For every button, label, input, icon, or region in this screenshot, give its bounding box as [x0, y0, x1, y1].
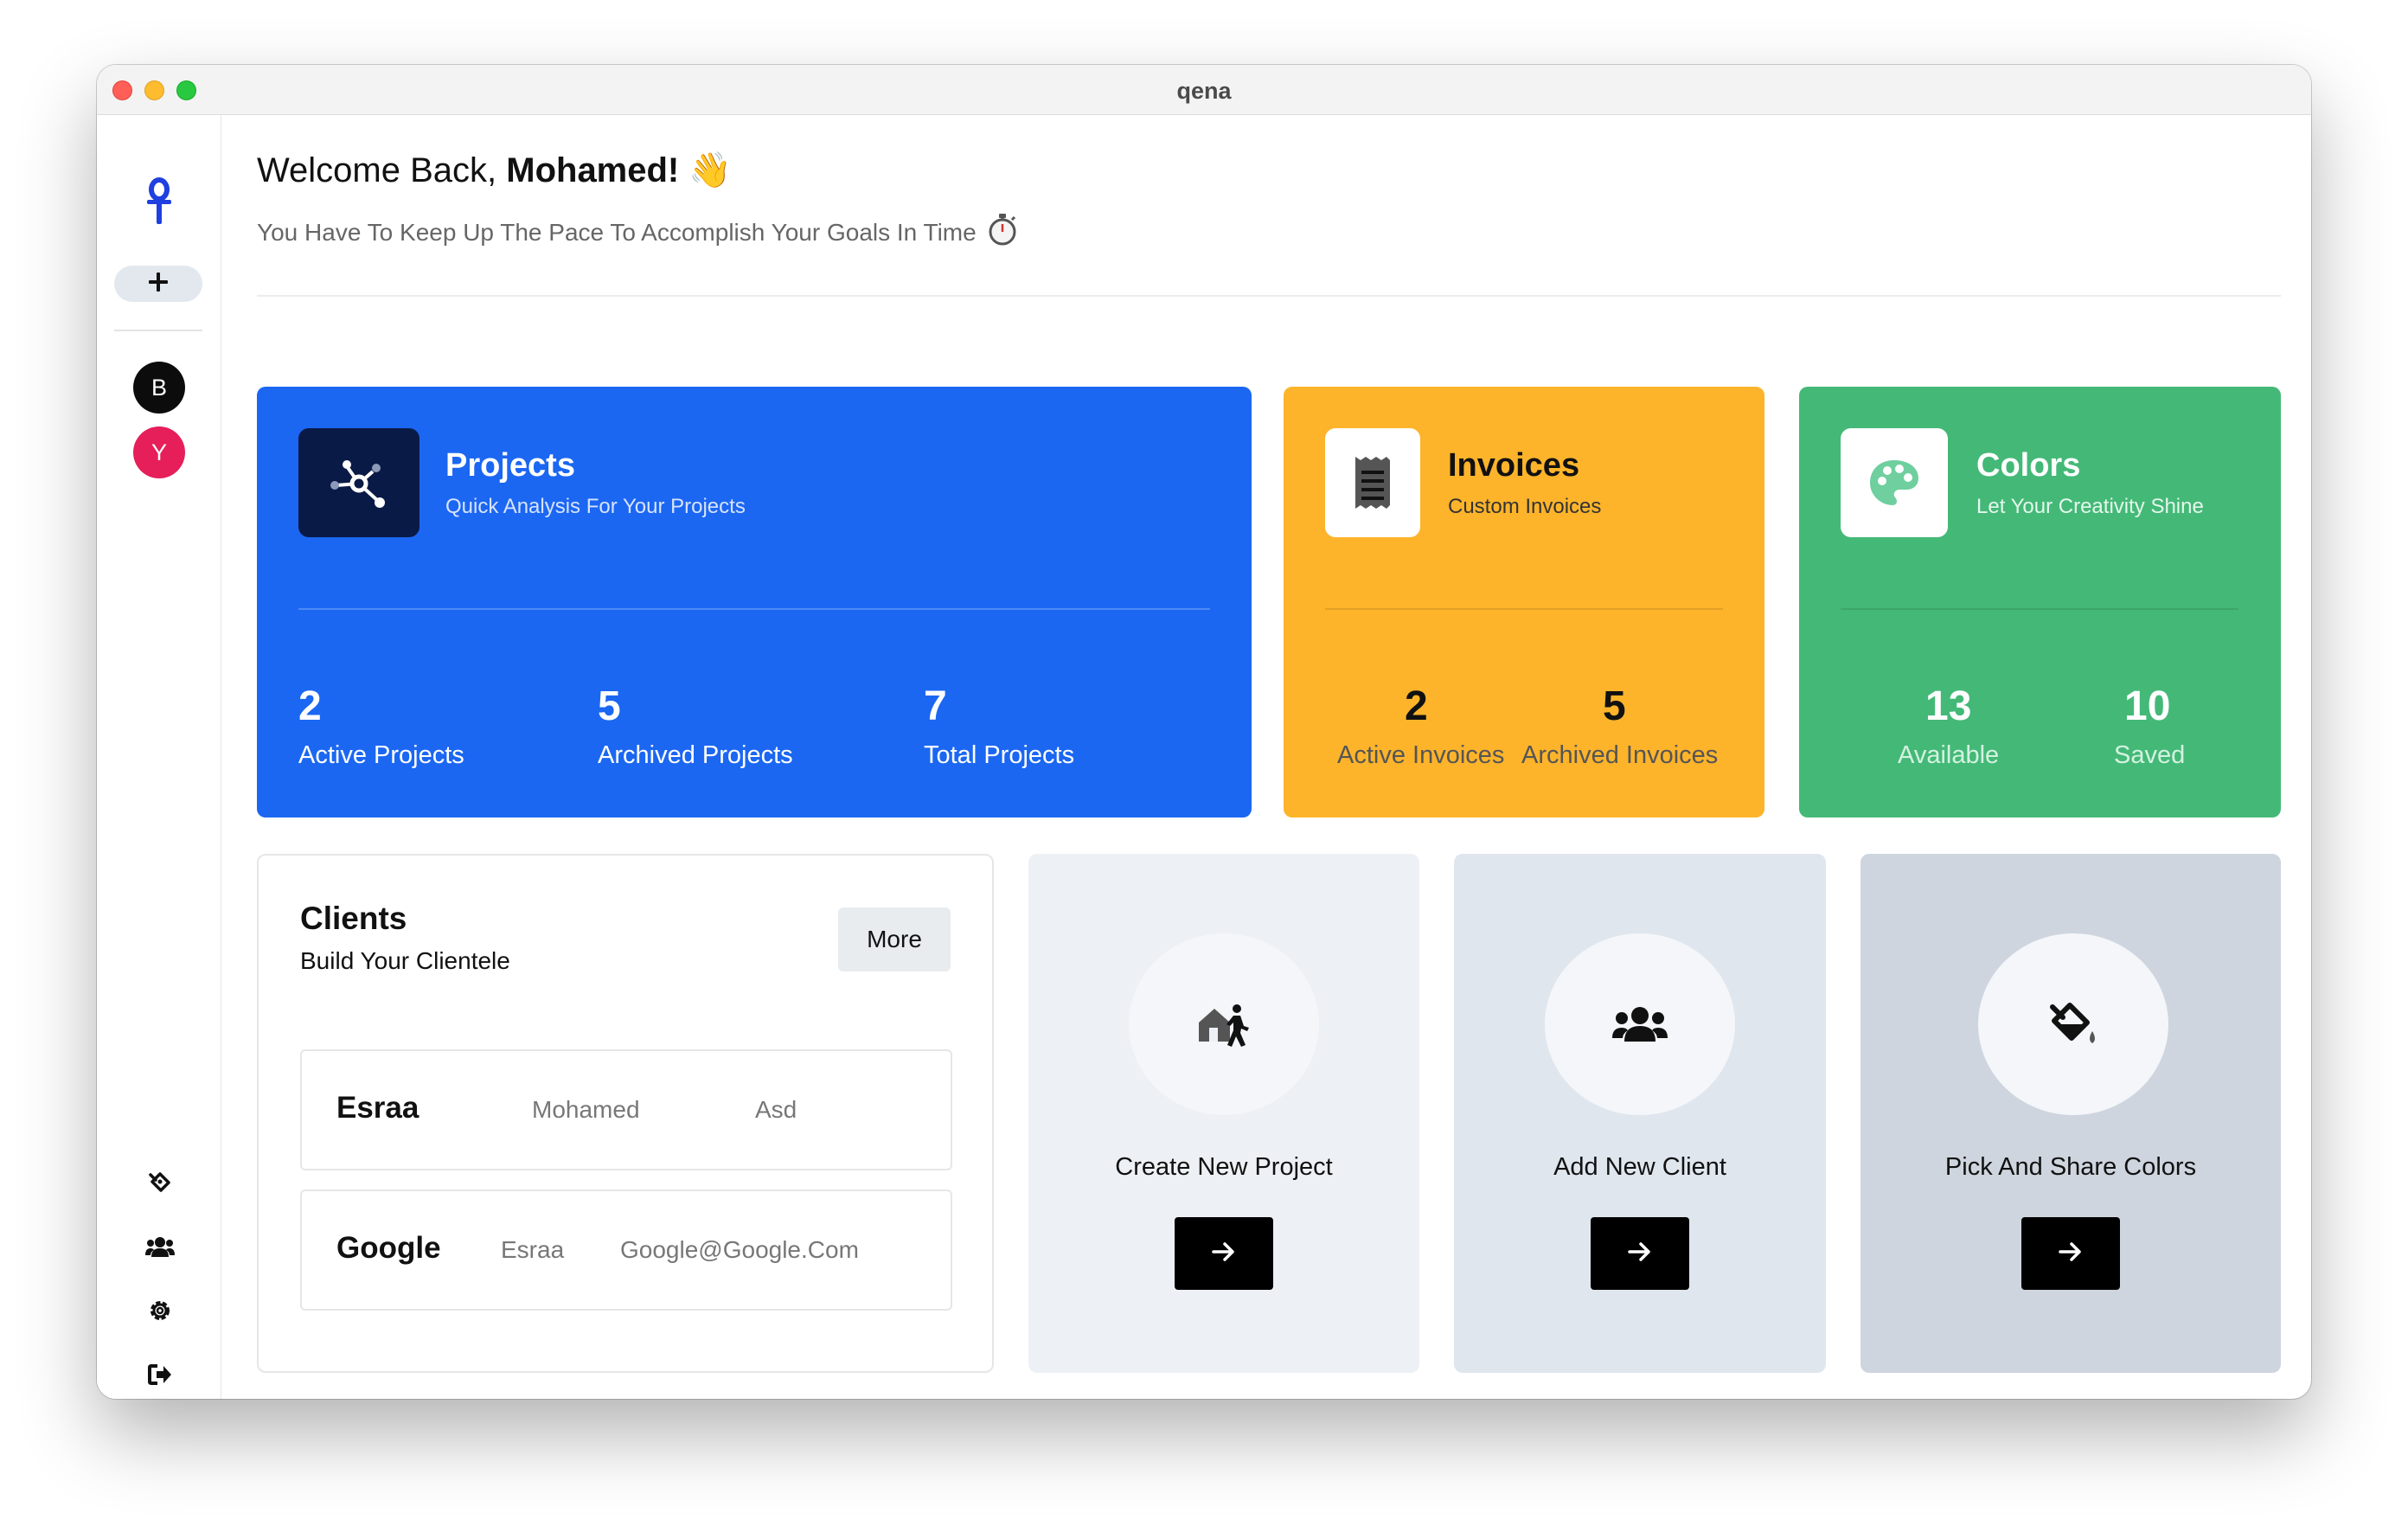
title-bar: qena — [97, 65, 2311, 115]
archived-projects-count: 5 — [598, 683, 621, 729]
window-title: qena — [1176, 78, 1232, 104]
arrow-right-icon — [1628, 1241, 1652, 1266]
saved-colors-count: 10 — [2124, 683, 2171, 729]
app-window: qena B Y Welcome Back, Mohamed! 👋 You Ha… — [97, 65, 2311, 1399]
projects-subtitle: Quick Analysis For Your Projects — [445, 495, 746, 518]
active-projects-count: 2 — [298, 683, 322, 729]
more-clients-button[interactable]: More — [838, 907, 951, 971]
active-invoices-label: Active Invoices — [1337, 741, 1505, 769]
arrow-right-icon — [1212, 1241, 1236, 1266]
total-projects-count: 7 — [924, 683, 947, 729]
waving-hand-emoji: 👋 — [688, 151, 733, 189]
invoices-card[interactable]: Invoices Custom Invoices 2 Active Invoic… — [1284, 387, 1764, 818]
colors-title: Colors — [1976, 447, 2081, 484]
client-row[interactable]: Google Esraa Google@Google.Com — [300, 1189, 952, 1311]
available-colors-count: 13 — [1925, 683, 1972, 729]
active-invoices-count: 2 — [1405, 683, 1428, 729]
total-projects-label: Total Projects — [924, 741, 1075, 769]
colors-subtitle: Let Your Creativity Shine — [1976, 495, 2204, 518]
archived-invoices-count: 5 — [1603, 683, 1626, 729]
client-row[interactable]: Esraa Mohamed Asd — [300, 1049, 952, 1170]
welcome-user-name: Mohamed! — [506, 151, 680, 189]
client-email: Asd — [755, 1096, 797, 1123]
sidebar-divider — [114, 330, 202, 331]
add-workspace-button[interactable] — [114, 266, 202, 302]
add-client-label: Add New Client — [1553, 1153, 1726, 1181]
active-projects-label: Active Projects — [298, 741, 464, 769]
workspace-avatar-b[interactable]: B — [133, 362, 185, 414]
client-contact: Mohamed — [532, 1096, 640, 1123]
archived-invoices-label: Archived Invoices — [1521, 741, 1719, 769]
users-icon[interactable] — [145, 1232, 175, 1261]
welcome-subtitle-text: You Have To Keep Up The Pace To Accompli… — [257, 218, 977, 246]
welcome-subtitle: You Have To Keep Up The Pace To Accompli… — [257, 212, 1018, 253]
workspace-avatar-y[interactable]: Y — [133, 426, 185, 478]
client-email: Google@Google.Com — [620, 1236, 859, 1263]
invoices-title: Invoices — [1448, 447, 1580, 484]
add-client-button[interactable] — [1591, 1217, 1689, 1290]
saved-colors-label: Saved — [2114, 741, 2186, 769]
clients-title: Clients — [300, 901, 407, 936]
ankh-logo-icon[interactable] — [140, 176, 178, 228]
header-divider — [257, 295, 2281, 297]
clients-subtitle: Build Your Clientele — [300, 947, 510, 974]
client-contact: Esraa — [501, 1236, 565, 1263]
create-project-button[interactable] — [1175, 1217, 1273, 1290]
invoices-divider — [1325, 608, 1723, 610]
sign-out-icon[interactable] — [145, 1360, 175, 1389]
users-icon — [1545, 933, 1735, 1115]
client-name: Esraa — [336, 1091, 419, 1125]
main-content: Welcome Back, Mohamed! 👋 You Have To Kee… — [257, 115, 2281, 1399]
clients-card: Clients Build Your Clientele More Esraa … — [257, 854, 994, 1373]
colors-card[interactable]: Colors Let Your Creativity Shine 13 Avai… — [1799, 387, 2281, 818]
network-icon — [298, 428, 419, 537]
welcome-prefix: Welcome Back, — [257, 151, 507, 189]
pick-colors-label: Pick And Share Colors — [1944, 1153, 2197, 1181]
pick-colors-card: Pick And Share Colors — [1860, 854, 2281, 1373]
archived-projects-label: Archived Projects — [598, 741, 793, 769]
plus-icon — [147, 271, 170, 298]
projects-card[interactable]: Projects Quick Analysis For Your Project… — [257, 387, 1252, 818]
client-name: Google — [336, 1231, 441, 1265]
receipt-icon — [1325, 428, 1420, 537]
sidebar: B Y — [97, 115, 221, 1399]
create-project-card: Create New Project — [1028, 854, 1419, 1373]
pick-colors-button[interactable] — [2021, 1217, 2120, 1290]
welcome-heading: Welcome Back, Mohamed! 👋 — [257, 150, 732, 190]
available-colors-label: Available — [1898, 741, 2000, 769]
projects-divider — [298, 608, 1210, 610]
house-person-icon — [1129, 933, 1319, 1115]
arrow-right-icon — [2059, 1241, 2083, 1266]
colors-divider — [1841, 608, 2238, 610]
add-client-card: Add New Client — [1454, 854, 1826, 1373]
projects-title: Projects — [445, 447, 575, 484]
palette-icon — [1841, 428, 1948, 537]
gear-icon[interactable] — [145, 1296, 175, 1325]
create-project-label: Create New Project — [1115, 1153, 1333, 1181]
color-bucket-icon[interactable] — [145, 1168, 175, 1197]
invoices-subtitle: Custom Invoices — [1448, 495, 1602, 518]
stopwatch-icon — [987, 212, 1018, 253]
fill-drip-icon — [1978, 933, 2168, 1115]
